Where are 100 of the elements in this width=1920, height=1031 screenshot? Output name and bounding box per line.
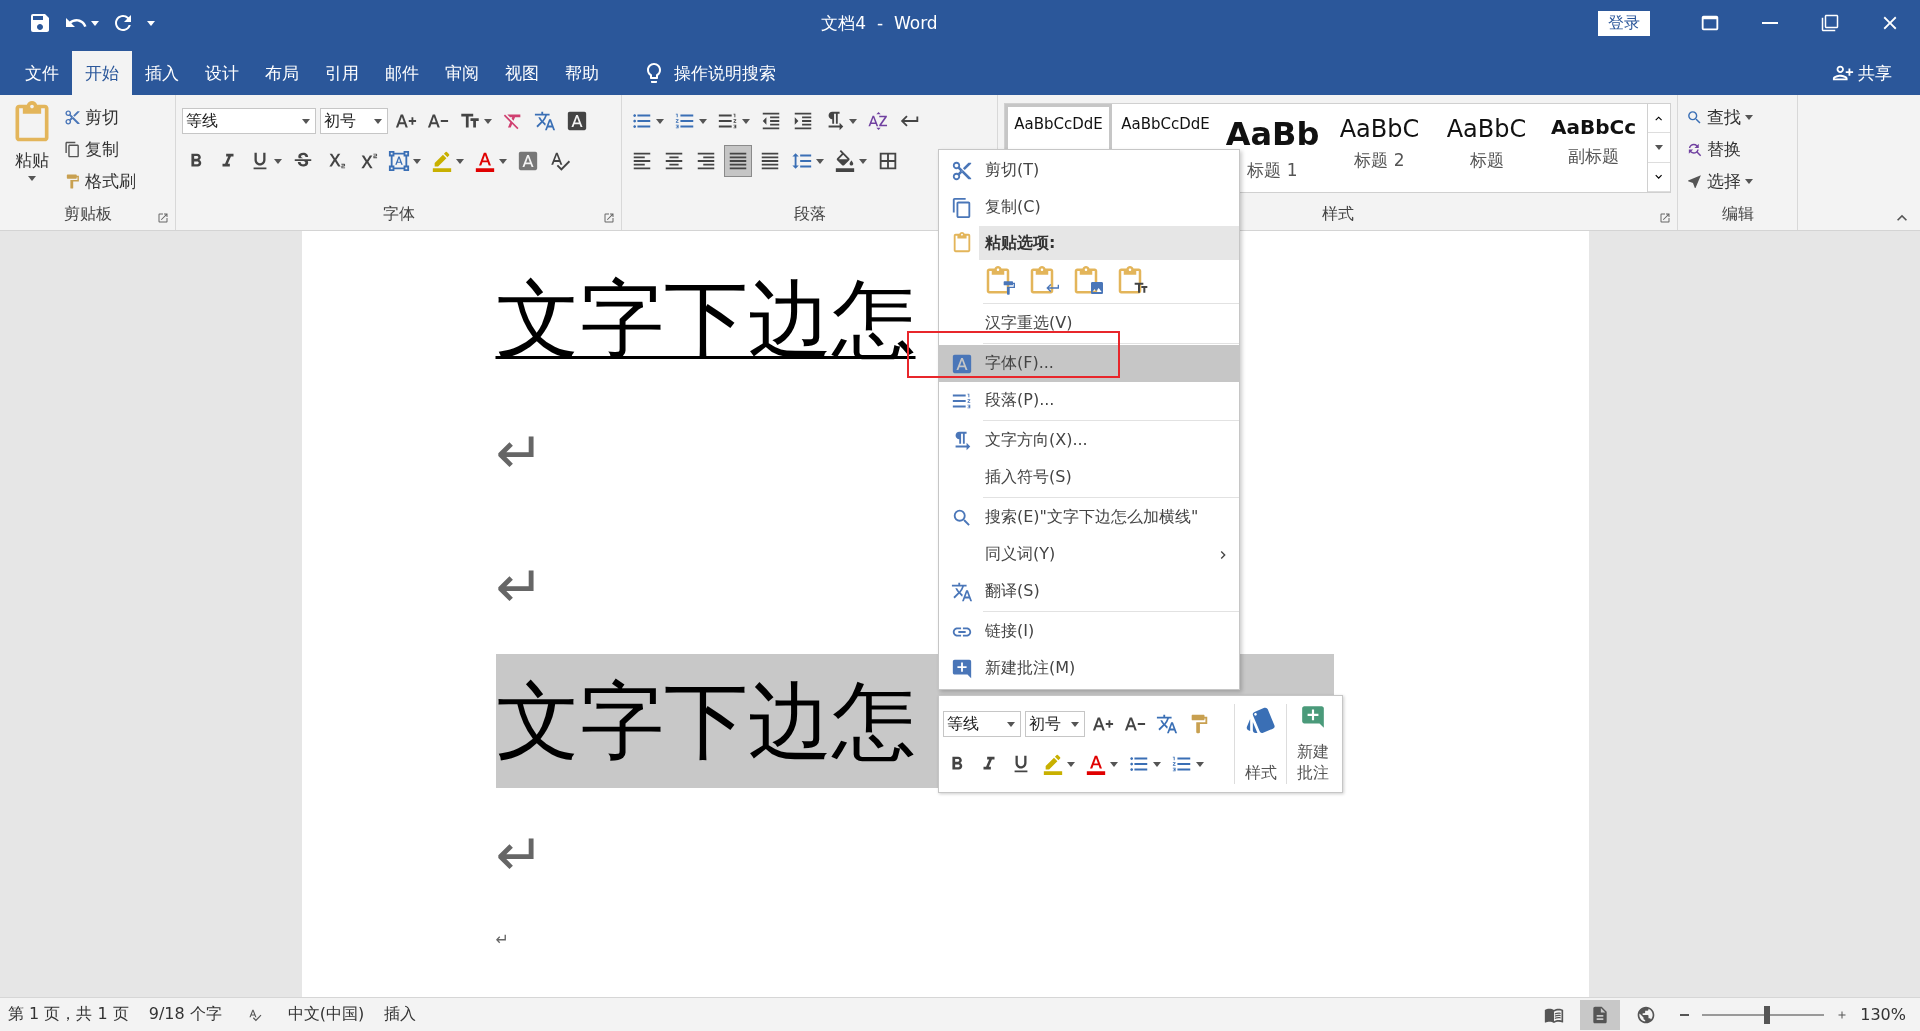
copy-icon (64, 140, 81, 158)
search-icon (1686, 108, 1703, 126)
font-size-field[interactable]: 初号 (320, 108, 388, 134)
ribbon-tab[interactable]: 布局 (252, 51, 312, 95)
clipboard-icon (951, 232, 973, 254)
ribbon-tab[interactable]: 引用 (312, 51, 372, 95)
justify-icon (759, 150, 781, 172)
copy-icon (951, 196, 973, 219)
copy-button[interactable]: 复制 (62, 133, 138, 165)
window-title: 文档4 - Word (820, 11, 939, 35)
paste-button[interactable]: 粘贴 (6, 101, 58, 204)
justify-icon (727, 150, 749, 172)
caret-icon (849, 118, 857, 124)
decrease-indent-icon (760, 110, 782, 132)
new-comment-button[interactable]: 新建批注 (1286, 704, 1338, 784)
caret-icon (1745, 114, 1753, 120)
image-icon (1089, 280, 1105, 296)
dialog-launcher-icon[interactable] (1659, 212, 1671, 224)
paragraph-mark: ↵ (495, 558, 545, 616)
menu-item[interactable]: 搜索(E)"文字下边怎么加横线" (939, 499, 1239, 536)
caret-icon (413, 158, 421, 164)
save-icon (28, 11, 52, 35)
insert-mode: 插入 (384, 1004, 417, 1025)
group-label: 编辑 (1721, 204, 1754, 225)
caret-icon (656, 118, 664, 124)
align-center-icon (663, 150, 685, 172)
menu-item[interactable]: 翻译(S) (939, 573, 1239, 610)
ribbon-tab[interactable]: 文件 (12, 51, 72, 95)
pointer-icon (1686, 172, 1703, 190)
styles-button[interactable]: 样式 (1234, 704, 1286, 784)
menu-item[interactable]: 同义词(Y) (939, 536, 1239, 573)
ribbon-tab[interactable]: 设计 (192, 51, 252, 95)
letter-icon (1133, 280, 1149, 296)
font-color-icon (1085, 753, 1107, 775)
caret-icon (28, 176, 36, 181)
select-button[interactable]: 选择 (1684, 165, 1791, 197)
format-painter-button[interactable]: 格式刷 (62, 165, 138, 197)
ribbon-tab[interactable]: 审阅 (432, 51, 492, 95)
menu-item[interactable]: 字体(F)... (939, 345, 1239, 382)
sort-icon (867, 110, 889, 132)
align-button[interactable] (724, 145, 752, 177)
align-left-icon (631, 150, 653, 172)
paint-bucket-icon (834, 150, 856, 172)
menu-item[interactable]: 链接(I) (939, 613, 1239, 650)
slider-thumb[interactable] (1763, 1005, 1770, 1024)
paintbrush-icon (64, 172, 81, 190)
caret-icon (484, 118, 492, 124)
caret-icon (1655, 145, 1663, 150)
minimize-icon (1762, 22, 1778, 24)
translate-icon (951, 580, 973, 603)
paragraph-mark: ↵ (495, 826, 545, 884)
paragraph-mark: ↵ (495, 932, 509, 948)
caret-icon (1110, 761, 1118, 767)
text-effects-icon (388, 150, 410, 172)
font-name-field[interactable]: 等线 (182, 108, 316, 134)
borders-icon (877, 150, 899, 172)
minus-icon (1679, 1013, 1689, 1016)
zoom-percent: 130% (1860, 1005, 1906, 1024)
boxed-letter-icon (566, 110, 588, 132)
ribbon-tab[interactable]: 插入 (132, 51, 192, 95)
menu-item[interactable]: 插入符号(S) (939, 459, 1239, 496)
find-button[interactable]: 查找 (1684, 101, 1791, 133)
highlighter-icon (1042, 753, 1064, 775)
view-button[interactable] (1580, 999, 1621, 1030)
dialog-launcher-icon[interactable] (603, 212, 615, 224)
share-button[interactable]: 共享 (1826, 51, 1898, 95)
menu-item[interactable]: 段落(P)... (939, 382, 1239, 419)
page-count: 第 1 页，共 1 页 (8, 1004, 129, 1025)
document-text: 文字下边怎 (495, 269, 916, 370)
caret-icon (816, 158, 824, 164)
ribbon-tab[interactable]: 帮助 (552, 51, 612, 95)
globe-icon (1636, 1004, 1657, 1025)
paintbrush-icon (1001, 280, 1017, 296)
shaded-letter-icon (517, 150, 539, 172)
replace-button[interactable]: 替换 (1684, 133, 1791, 165)
caret-icon (302, 118, 310, 124)
cut-button[interactable]: 剪切 (62, 101, 138, 133)
caret-icon (147, 20, 155, 26)
highlighter-icon (431, 150, 453, 172)
menu-item[interactable]: 复制(C) (939, 189, 1239, 226)
caret-icon (1153, 761, 1161, 767)
ribbon-tab[interactable]: 开始 (72, 51, 132, 95)
font-name-field[interactable]: 等线 (943, 711, 1021, 737)
group-label: 样式 (1321, 204, 1354, 225)
ribbon-tab[interactable]: 邮件 (372, 51, 432, 95)
dialog-launcher-icon[interactable] (157, 212, 169, 224)
caret-icon (1196, 761, 1204, 767)
menu-item[interactable]: 新建批注(M) (939, 650, 1239, 687)
align-right-icon (695, 150, 717, 172)
sign-in-button[interactable]: 登录 (1598, 10, 1650, 36)
menu-item[interactable]: 文字方向(X)... (939, 422, 1239, 459)
menu-item[interactable]: 汉字重选(V) (939, 305, 1239, 342)
ribbon-tab[interactable]: 视图 (492, 51, 552, 95)
tell-me-search[interactable]: 操作说明搜索 (636, 51, 782, 95)
letter-icon (951, 352, 973, 375)
caret-icon (456, 158, 464, 164)
caret-icon (91, 20, 99, 26)
font-size-field[interactable]: 初号 (1025, 711, 1085, 737)
menu-header: 粘贴选项: (979, 226, 1239, 260)
comment-icon (1299, 704, 1326, 730)
